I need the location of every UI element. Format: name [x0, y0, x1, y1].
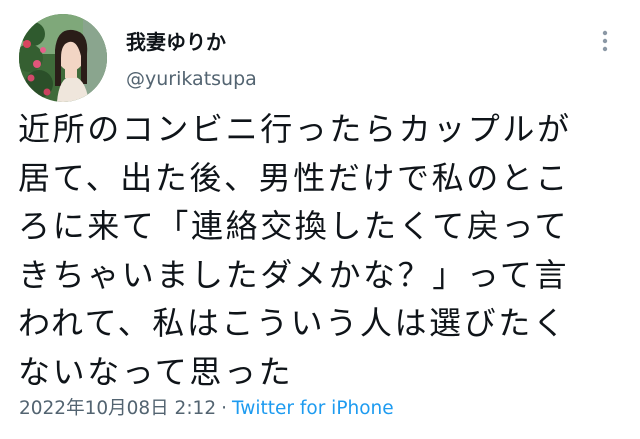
more-options-button[interactable]: [590, 24, 620, 58]
tweet-text-line: 居て、出た後、男性だけで私のとこ: [18, 158, 571, 197]
source-link[interactable]: Twitter for iPhone: [232, 398, 394, 419]
tweet-text: 近所のコンビニ行ったらカップルが 居て、出た後、男性だけで私のとこ ろに来て「連…: [18, 105, 628, 396]
tweet-text-line: きちゃいましたダメかな？」って言: [18, 255, 570, 294]
tweet-text-line: ないなって思った: [18, 352, 294, 391]
username-handle[interactable]: @yurikatsupa: [126, 67, 257, 91]
timestamp[interactable]: 2022年10月08日 2:12: [19, 398, 216, 419]
separator: ·: [221, 398, 227, 419]
tweet-text-line: われて、私はこういう人は選びたく: [18, 304, 568, 342]
display-name[interactable]: 我妻ゆりか: [126, 29, 226, 55]
tweet-metadata: 2022年10月08日 2:12 · Twitter for iPhone: [19, 396, 394, 422]
avatar[interactable]: [19, 14, 107, 102]
tweet-text-line: ろに来て「連絡交換したくて戻って: [18, 207, 570, 245]
tweet-text-line: 近所のコンビニ行ったらカップルが: [18, 110, 572, 148]
vertical-ellipsis-icon: [602, 30, 608, 52]
tweet: 我妻ゆりか @yurikatsupa 近所のコンビニ行ったらカップルが 居て、出…: [0, 0, 640, 439]
